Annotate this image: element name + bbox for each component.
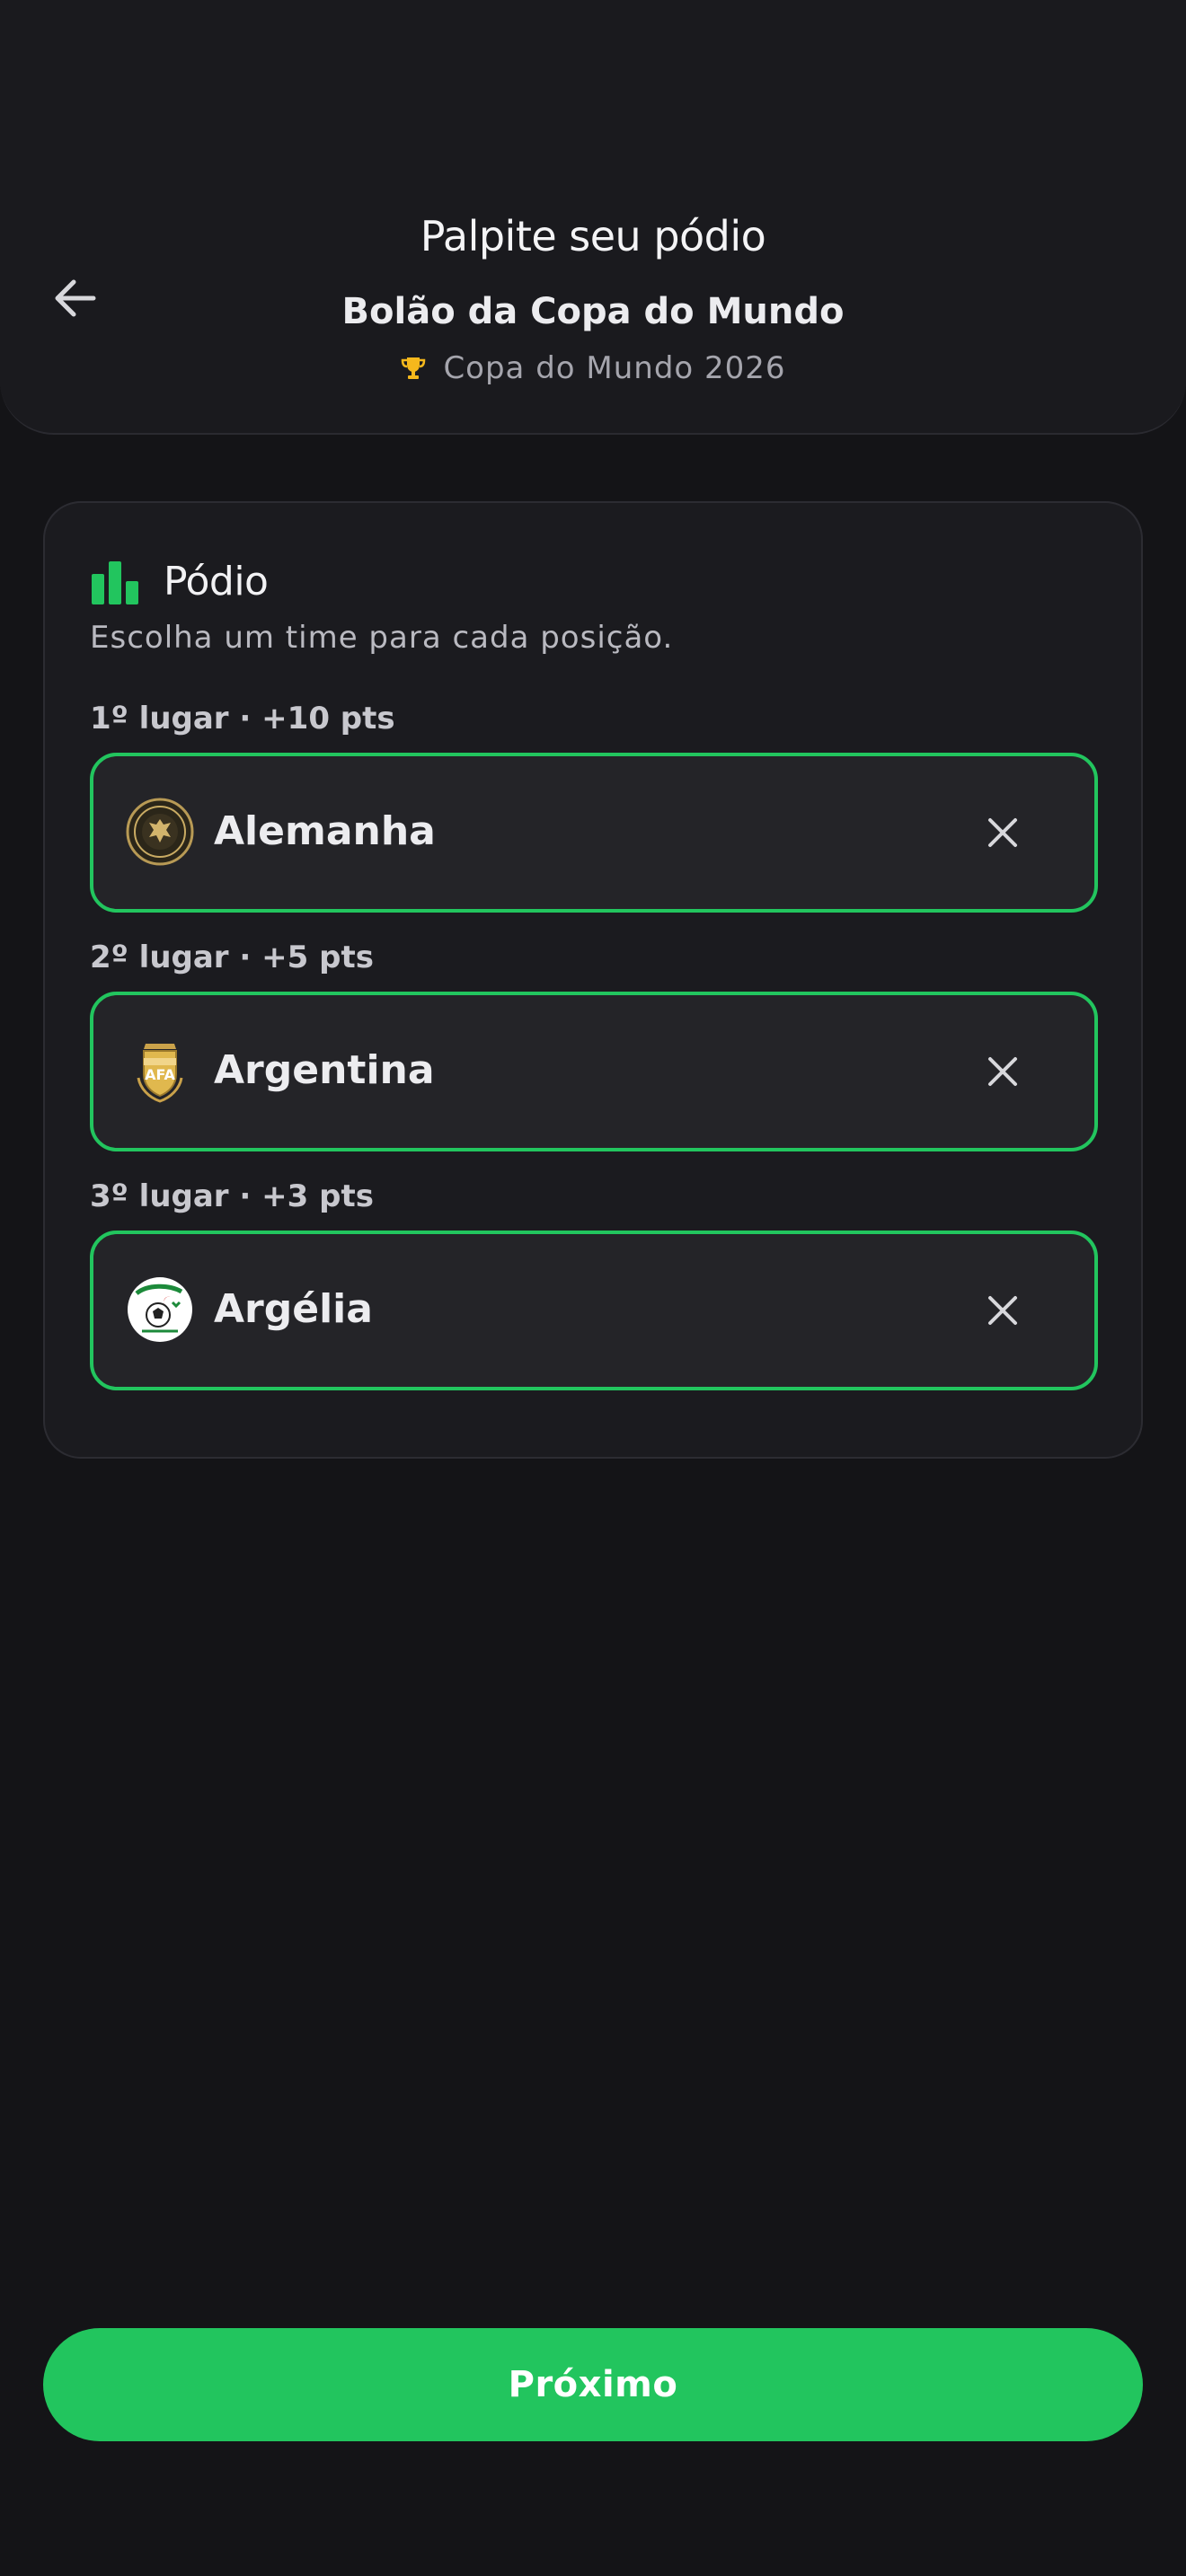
next-button[interactable]: Próximo xyxy=(43,2328,1143,2441)
germany-crest-icon xyxy=(126,798,194,866)
header: Palpite seu pódio Bolão da Copa do Mundo… xyxy=(0,0,1186,435)
team-name: Alemanha xyxy=(214,808,436,854)
podium-screen: Palpite seu pódio Bolão da Copa do Mundo… xyxy=(0,0,1186,2576)
podium-slot-third[interactable]: Argélia xyxy=(90,1231,1098,1390)
slot-label-second: 2º lugar · +5 pts xyxy=(90,940,374,975)
svg-text:AFA: AFA xyxy=(145,1066,175,1083)
argentina-crest-icon: AFA xyxy=(137,1044,183,1103)
podium-icon xyxy=(92,560,138,604)
clear-selection-button[interactable] xyxy=(976,1284,1030,1337)
clear-selection-button[interactable] xyxy=(976,806,1030,860)
podium-slot-first[interactable]: Alemanha xyxy=(90,753,1098,913)
competition-row: Copa do Mundo 2026 xyxy=(0,350,1186,386)
podium-slot-second[interactable]: AFA Argentina xyxy=(90,992,1098,1151)
close-icon xyxy=(988,1296,1017,1325)
competition-label: Copa do Mundo 2026 xyxy=(443,350,786,386)
card-description: Escolha um time para cada posição. xyxy=(90,620,674,656)
card-header: Pódio xyxy=(90,559,269,604)
slot-label-third: 3º lugar · +3 pts xyxy=(90,1178,374,1214)
team-name: Argélia xyxy=(214,1286,373,1332)
trophy-icon xyxy=(402,357,426,379)
page-title: Palpite seu pódio xyxy=(420,212,766,260)
clear-selection-button[interactable] xyxy=(976,1045,1030,1098)
card-title: Pódio xyxy=(164,559,269,604)
close-icon xyxy=(988,818,1017,847)
algeria-crest-icon xyxy=(128,1277,192,1342)
podium-card: Pódio Escolha um time para cada posição.… xyxy=(43,501,1143,1459)
slot-label-first: 1º lugar · +10 pts xyxy=(90,701,395,737)
close-icon xyxy=(988,1057,1017,1086)
team-name: Argentina xyxy=(214,1047,435,1093)
pool-name: Bolão da Copa do Mundo xyxy=(341,291,845,332)
